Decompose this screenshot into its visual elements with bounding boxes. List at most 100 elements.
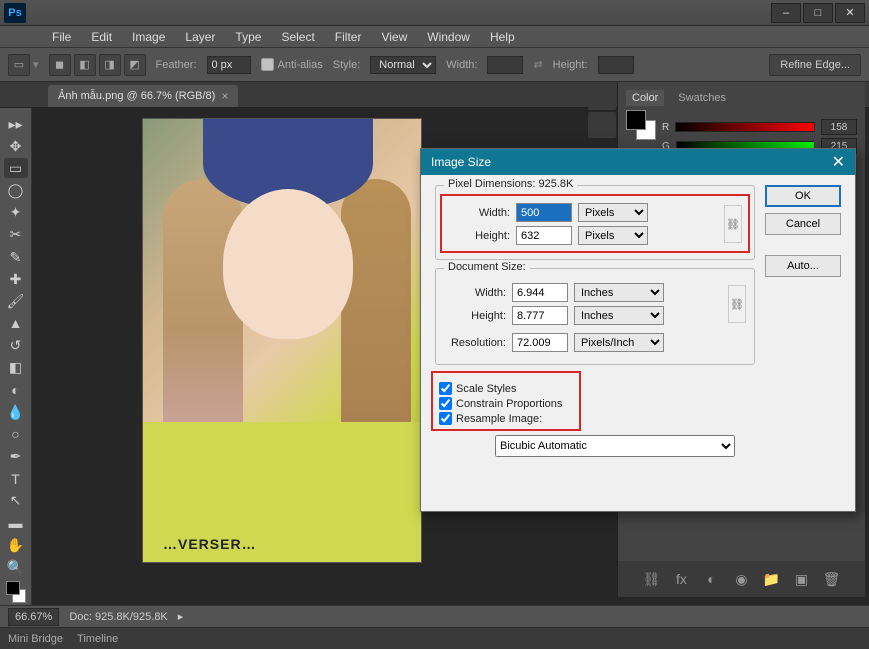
ok-button[interactable]: OK — [765, 185, 841, 207]
doc-width-unit[interactable]: Inches — [574, 283, 664, 302]
menu-filter[interactable]: Filter — [327, 28, 370, 46]
panel-icon-2[interactable] — [588, 112, 616, 138]
style-select[interactable]: Normal — [370, 56, 436, 74]
brush-tool[interactable]: 🖌 — [4, 291, 28, 311]
lasso-tool[interactable]: ◯ — [4, 180, 28, 200]
color-swatches[interactable] — [4, 579, 28, 605]
hand-tool[interactable]: ✋ — [4, 535, 28, 555]
tab-timeline[interactable]: Timeline — [77, 633, 118, 645]
highlight-box-1: Width: Pixels Height: Pixels ⛓ — [440, 194, 750, 253]
dialog-titlebar[interactable]: Image Size ✕ — [421, 149, 855, 175]
refine-edge-button[interactable]: Refine Edge... — [769, 54, 861, 76]
heal-tool[interactable]: ✚ — [4, 269, 28, 289]
adjust-icon[interactable]: ◉ — [731, 568, 753, 590]
sel-int-icon[interactable]: ◩ — [124, 54, 146, 76]
px-width-label: Width: — [448, 207, 510, 219]
color-tab[interactable]: Color — [626, 90, 664, 106]
menu-image[interactable]: Image — [124, 28, 173, 46]
px-height-unit[interactable]: Pixels — [578, 226, 648, 245]
eyedropper-tool[interactable]: ✎ — [4, 247, 28, 267]
r-label: R — [662, 122, 669, 133]
menu-layer[interactable]: Layer — [177, 28, 223, 46]
constrain-label: Constrain Proportions — [456, 398, 562, 410]
constrain-checkbox[interactable] — [439, 397, 452, 410]
tab-mini-bridge[interactable]: Mini Bridge — [8, 633, 63, 645]
wand-tool[interactable]: ✦ — [4, 203, 28, 223]
cancel-button[interactable]: Cancel — [765, 213, 841, 235]
folder-icon[interactable]: 📁 — [761, 568, 783, 590]
shape-tool[interactable]: ▬ — [4, 513, 28, 533]
marquee-tool-icon[interactable]: ▭ — [8, 54, 30, 76]
sel-add-icon[interactable]: ◧ — [74, 54, 96, 76]
document-tab[interactable]: Ảnh mẫu.png @ 66.7% (RGB/8) × — [48, 85, 238, 107]
layers-panel-footer: ⛓ fx ◐ ◉ 📁 ▣ 🗑 — [618, 561, 865, 597]
auto-button[interactable]: Auto... — [765, 255, 841, 277]
zoom-display[interactable]: 66.67% — [8, 608, 59, 626]
path-tool[interactable]: ↖ — [4, 491, 28, 511]
resample-checkbox[interactable] — [439, 412, 452, 425]
swatches-tab[interactable]: Swatches — [672, 90, 732, 106]
doc-height-label: Height: — [444, 310, 506, 322]
doc-size-display: Doc: 925.8K/925.8K — [69, 611, 167, 623]
doc-width-input[interactable] — [512, 283, 568, 302]
maximize-button[interactable]: □ — [803, 3, 833, 23]
sel-sub-icon[interactable]: ◨ — [99, 54, 121, 76]
stamp-tool[interactable]: ▲ — [4, 313, 28, 333]
sel-new-icon[interactable]: ◼ — [49, 54, 71, 76]
px-width-unit[interactable]: Pixels — [578, 203, 648, 222]
menu-help[interactable]: Help — [482, 28, 523, 46]
minimize-button[interactable]: – — [771, 3, 801, 23]
px-link-icon[interactable]: ⛓ — [724, 205, 742, 243]
zoom-tool[interactable]: 🔍 — [4, 557, 28, 577]
menu-file[interactable]: File — [44, 28, 79, 46]
doc-height-unit[interactable]: Inches — [574, 306, 664, 325]
pixel-dimensions-group: Pixel Dimensions: 925.8K Width: Pixels H… — [435, 185, 755, 260]
dodge-tool[interactable]: ○ — [4, 424, 28, 444]
swap-icon[interactable]: ⇄ — [533, 58, 542, 71]
opt-width-input — [487, 56, 523, 74]
gradient-tool[interactable]: ◐ — [4, 380, 28, 400]
opt-height-label: Height: — [553, 59, 588, 71]
px-height-input[interactable] — [516, 226, 572, 245]
r-input[interactable] — [821, 119, 857, 135]
move-tool[interactable]: ✥ — [4, 136, 28, 156]
type-tool[interactable]: T — [4, 469, 28, 489]
history-brush-tool[interactable]: ↺ — [4, 336, 28, 356]
pen-tool[interactable]: ✒ — [4, 446, 28, 466]
color-swatch-pair[interactable] — [626, 110, 656, 140]
blur-tool[interactable]: 💧 — [4, 402, 28, 422]
menu-select[interactable]: Select — [273, 28, 322, 46]
menu-view[interactable]: View — [373, 28, 415, 46]
menu-type[interactable]: Type — [227, 28, 269, 46]
antialias-checkbox[interactable] — [261, 58, 274, 71]
doc-height-input[interactable] — [512, 306, 568, 325]
status-arrow-icon[interactable]: ▸ — [178, 610, 184, 623]
link-layers-icon[interactable]: ⛓ — [641, 568, 663, 590]
mask-icon[interactable]: ◐ — [701, 568, 723, 590]
opt-height-input — [598, 56, 634, 74]
close-button[interactable]: ✕ — [835, 3, 865, 23]
menu-edit[interactable]: Edit — [83, 28, 120, 46]
px-width-input[interactable] — [516, 203, 572, 222]
arrange-icon[interactable]: ▸▸ — [4, 114, 28, 134]
res-unit[interactable]: Pixels/Inch — [574, 333, 664, 352]
panel-icon-1[interactable] — [588, 84, 616, 110]
resample-label: Resample Image: — [456, 413, 542, 425]
scale-styles-checkbox[interactable] — [439, 382, 452, 395]
menu-window[interactable]: Window — [419, 28, 478, 46]
trash-icon[interactable]: 🗑 — [821, 568, 843, 590]
r-slider[interactable] — [675, 122, 815, 132]
feather-input[interactable] — [207, 56, 251, 74]
dialog-close-icon[interactable]: ✕ — [832, 152, 845, 172]
crop-tool[interactable]: ✂ — [4, 225, 28, 245]
doc-link-icon[interactable]: ⛓ — [728, 285, 746, 323]
marquee-tool[interactable]: ▭ — [4, 158, 28, 178]
scale-styles-label: Scale Styles — [456, 383, 517, 395]
res-input[interactable] — [512, 333, 568, 352]
eraser-tool[interactable]: ◧ — [4, 358, 28, 378]
fx-icon[interactable]: fx — [671, 568, 693, 590]
new-layer-icon[interactable]: ▣ — [791, 568, 813, 590]
tab-close-icon[interactable]: × — [221, 89, 228, 103]
document-size-group: Document Size: Width: Inches Height: Inc… — [435, 268, 755, 365]
resample-method-select[interactable]: Bicubic Automatic — [495, 435, 735, 457]
